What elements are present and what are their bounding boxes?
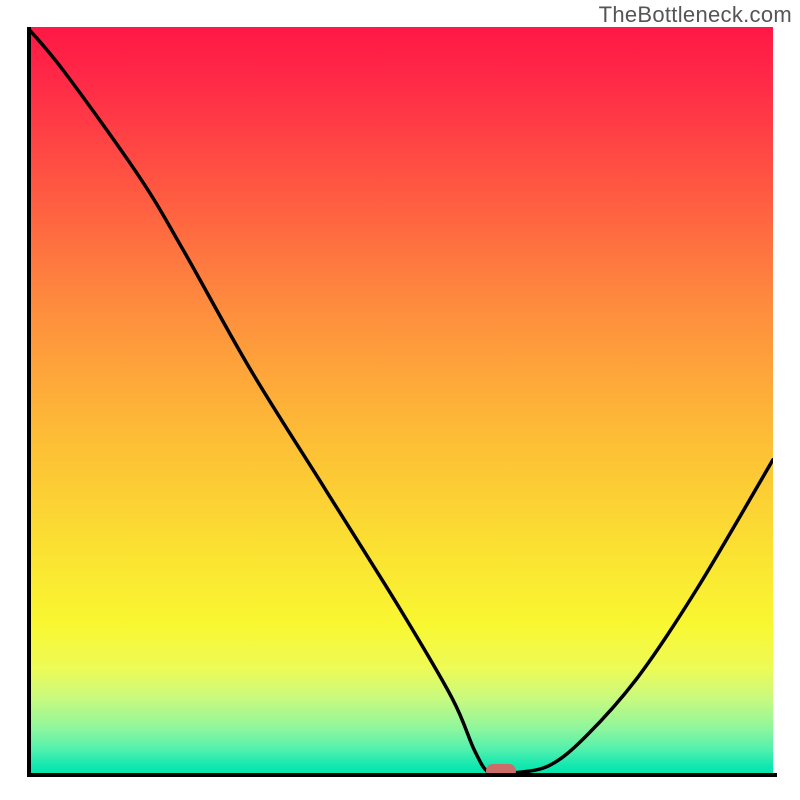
optimal-marker [486, 764, 516, 773]
x-axis [27, 773, 777, 777]
bottleneck-curve [27, 27, 773, 773]
plot-area [27, 27, 773, 773]
watermark-text: TheBottleneck.com [599, 2, 792, 28]
y-axis [27, 27, 31, 777]
